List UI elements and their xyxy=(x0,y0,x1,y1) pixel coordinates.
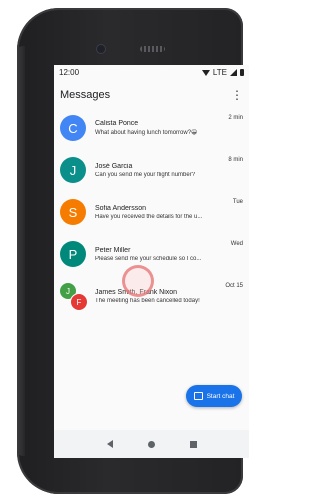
signal-icon xyxy=(230,69,237,76)
home-button[interactable] xyxy=(131,440,173,448)
page-title: Messages xyxy=(60,89,111,101)
timestamp: Wed xyxy=(230,241,243,247)
avatar: S xyxy=(60,199,86,225)
contact-name: Calista Ponce xyxy=(95,120,139,127)
contact-name: José Garcia xyxy=(95,162,133,170)
app-bar: Messages ⋮ xyxy=(54,83,249,107)
conversation-item-jose[interactable]: J José Garcia Can you send me your fligh… xyxy=(54,149,249,191)
conversation-text: James Smith, Frank Nixon The meeting has… xyxy=(95,289,217,304)
group-avatar: J F xyxy=(60,283,88,311)
battery-icon xyxy=(240,69,244,76)
back-button[interactable] xyxy=(89,440,131,448)
conversation-text: José Garcia Can you send me your flight … xyxy=(95,163,217,178)
home-icon xyxy=(148,440,155,448)
conversation-text: Sofia Andersson Have you received the de… xyxy=(95,205,217,220)
contact-name: Peter Miller xyxy=(95,246,131,254)
avatar: P xyxy=(60,241,86,267)
phone-side-edge xyxy=(17,46,25,456)
screen: 12:00 LTE Messages ⋮ C Calista Ponce Wha… xyxy=(54,65,249,458)
avatar: C xyxy=(60,115,86,141)
status-bar: 12:00 LTE xyxy=(54,65,249,80)
back-icon xyxy=(106,440,113,448)
timestamp: 8 min xyxy=(228,157,243,163)
conversation-text: Calista Ponce What about having lunch to… xyxy=(95,120,217,136)
timestamp: 2 min xyxy=(228,115,243,121)
status-icons: LTE xyxy=(201,68,244,77)
conversation-item-sofia[interactable]: S Sofia Andersson Have you received the … xyxy=(54,191,249,233)
avatar: F xyxy=(70,293,88,311)
recents-icon xyxy=(190,440,197,448)
recents-button[interactable] xyxy=(173,440,215,448)
message-preview: Can you send me your flight number? xyxy=(95,171,196,178)
wifi-icon xyxy=(201,69,210,76)
message-preview: Please send me your schedule so I co... xyxy=(95,255,202,262)
start-chat-button[interactable]: Start chat xyxy=(186,385,242,407)
status-time: 12:00 xyxy=(59,68,80,77)
timestamp: Tue xyxy=(232,199,243,205)
earpiece-speaker xyxy=(140,46,165,52)
conversation-item-calista[interactable]: C Calista Ponce What about having lunch … xyxy=(54,107,249,149)
message-preview: Have you received the details for the u.… xyxy=(95,213,203,220)
phone-frame: 12:00 LTE Messages ⋮ C Calista Ponce Wha… xyxy=(17,8,249,494)
message-preview: The meeting has been cancelled today! xyxy=(95,297,200,304)
start-chat-label: Start chat xyxy=(206,392,235,400)
network-label: LTE xyxy=(212,68,227,77)
contact-name: Sofia Andersson xyxy=(95,204,146,212)
chat-icon xyxy=(193,392,203,400)
message-preview: What about having lunch tomorrow?😀 xyxy=(95,130,198,136)
more-vert-icon[interactable]: ⋮ xyxy=(231,89,243,101)
conversation-item-peter[interactable]: P Peter Miller Please send me your sched… xyxy=(54,233,249,275)
conversation-text: Peter Miller Please send me your schedul… xyxy=(95,247,217,262)
front-camera xyxy=(97,45,105,53)
touch-indicator xyxy=(122,265,154,297)
contact-name: James Smith, Frank Nixon xyxy=(95,288,178,296)
avatar: J xyxy=(60,157,86,183)
navigation-bar xyxy=(54,430,249,458)
timestamp: Oct 15 xyxy=(225,283,243,289)
